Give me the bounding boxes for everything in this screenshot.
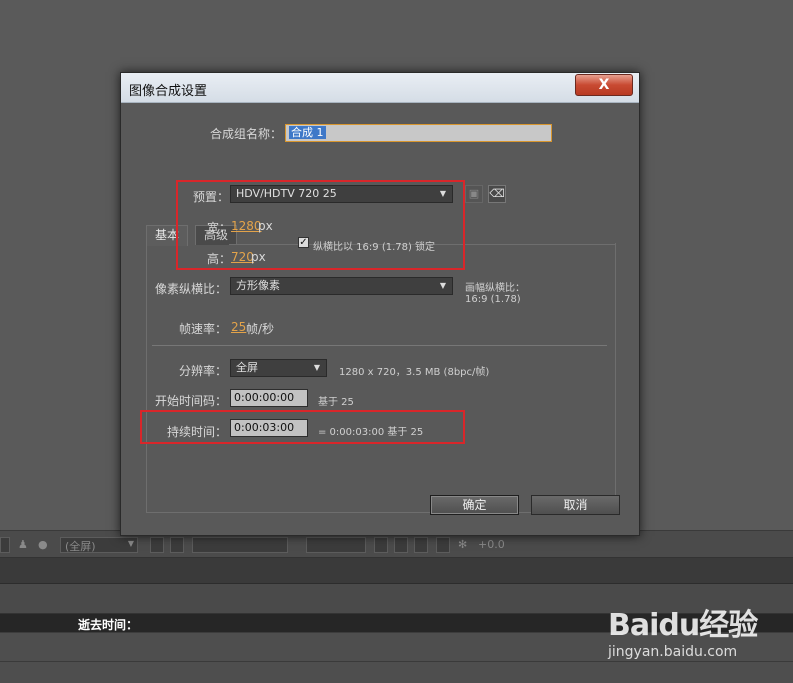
region-icon[interactable] — [150, 537, 164, 553]
elapsed-time-label: 逝去时间： — [78, 618, 139, 632]
framerate-value[interactable]: 25 — [231, 320, 246, 334]
cancel-button[interactable]: 取消 — [531, 495, 620, 515]
dialog-title: 图像合成设置 — [129, 84, 208, 99]
save-preset-icon[interactable]: ▣ — [465, 185, 483, 203]
flowchart-icon[interactable] — [436, 537, 450, 553]
chevron-down-icon: ▼ — [127, 539, 134, 548]
section-divider — [152, 345, 607, 346]
resolution-label: 分辨率： — [179, 364, 228, 378]
watermark: Baidu经验 jingyan.baidu.com — [608, 596, 788, 666]
duration-input[interactable]: 0:00:03:00 — [230, 419, 308, 437]
height-label: 高： — [207, 252, 232, 266]
person-icon[interactable]: ♟ — [18, 538, 28, 551]
transparency-grid-icon[interactable] — [170, 537, 184, 553]
frame-aspect-label: 画幅纵横比： — [465, 283, 525, 294]
resolution-dropdown[interactable]: (全屏) ▼ — [60, 537, 138, 553]
preset-label: 预置： — [193, 190, 230, 204]
width-unit: px — [258, 219, 273, 233]
resolution-info: 1280 x 720，3.5 MB (8bpc/帧) — [339, 367, 490, 378]
framerate-label: 帧速率： — [179, 322, 228, 336]
duration-info: = 0:00:03:00 基于 25 — [318, 427, 424, 438]
chevron-down-icon: ▼ — [439, 189, 447, 198]
width-label: 宽： — [207, 221, 232, 235]
camera-icon[interactable] — [0, 537, 10, 553]
dialog-body: 合成组名称： 合成 1 基本 高级 预置： HDV/HDTV 720 25 ▼ … — [127, 103, 633, 531]
layout-icon[interactable] — [374, 537, 388, 553]
start-timecode-input[interactable]: 0:00:00:00 — [230, 389, 308, 407]
panel-header — [0, 558, 793, 584]
chevron-down-icon: ▼ — [439, 281, 447, 290]
preset-dropdown[interactable]: HDV/HDTV 720 25 ▼ — [230, 185, 453, 203]
composition-name-input[interactable]: 合成 1 — [285, 124, 552, 142]
show-channel-icon[interactable] — [414, 537, 428, 553]
duration-label: 持续时间： — [167, 425, 228, 439]
lock-aspect-checkbox[interactable]: ✓ — [298, 237, 309, 248]
composition-settings-dialog: 图像合成设置 X 合成组名称： 合成 1 基本 高级 预置： HDV/HDTV … — [120, 72, 640, 536]
pixel-aspect-label: 像素纵横比： — [155, 282, 228, 296]
resolution-dropdown[interactable]: 全屏 ▼ — [230, 359, 327, 377]
view-dropdown[interactable] — [192, 537, 288, 553]
pixel-aspect-dropdown[interactable]: 方形像素 ▼ — [230, 277, 453, 295]
lock-aspect-label: 纵横比以 16:9 (1.78) 锁定 — [313, 242, 436, 253]
exposure-value[interactable]: +0.0 — [478, 538, 505, 551]
start-timecode-base: 基于 25 — [318, 397, 354, 408]
framerate-unit: 帧/秒 — [246, 322, 275, 336]
width-value[interactable]: 1280 — [231, 219, 262, 233]
composition-name-label: 合成组名称： — [210, 127, 283, 141]
color-icon[interactable]: ● — [38, 538, 48, 551]
chevron-down-icon: ▼ — [313, 363, 321, 372]
frame-aspect-value: 16:9 (1.78) — [465, 294, 521, 305]
start-timecode-label: 开始时间码： — [155, 394, 228, 408]
view-layout-dropdown[interactable] — [306, 537, 366, 553]
delete-preset-icon[interactable]: ⌫ — [488, 185, 506, 203]
exposure-icon[interactable]: ✻ — [458, 538, 467, 551]
close-button[interactable]: X — [575, 74, 633, 96]
snapshot-icon[interactable] — [394, 537, 408, 553]
height-unit: px — [251, 250, 266, 264]
baidu-logo: Baidu经验 — [608, 608, 758, 643]
dialog-titlebar[interactable]: 图像合成设置 X — [121, 73, 639, 103]
ok-button[interactable]: 确定 — [430, 495, 519, 515]
watermark-url: jingyan.baidu.com — [608, 644, 738, 660]
